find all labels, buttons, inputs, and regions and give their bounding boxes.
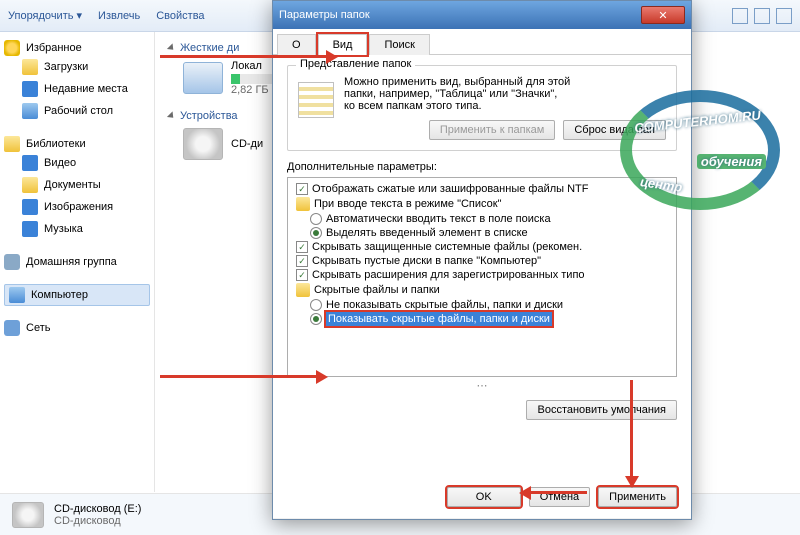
view-mode-icon[interactable] xyxy=(732,8,748,24)
adv-item-label: Автоматически вводить текст в поле поиск… xyxy=(326,213,551,225)
sidebar-item-documents[interactable]: Документы xyxy=(4,174,150,196)
close-button[interactable]: ✕ xyxy=(641,6,685,24)
adv-setting-item[interactable]: Выделять введенный элемент в списке xyxy=(292,226,672,240)
adv-setting-item[interactable]: При вводе текста в режиме "Список" xyxy=(292,196,672,212)
adv-item-label: Выделять введенный элемент в списке xyxy=(326,227,528,239)
radio-icon xyxy=(310,313,322,325)
network-icon xyxy=(4,320,20,336)
adv-setting-item[interactable]: Скрытые файлы и папки xyxy=(292,282,672,298)
adv-setting-item[interactable]: ✓ Отображать сжатые или зашифрованные фай… xyxy=(292,182,672,196)
adv-setting-item[interactable]: Показывать скрытые файлы, папки и диски xyxy=(292,312,672,326)
adv-item-label: Скрывать пустые диски в папке "Компьютер… xyxy=(312,255,541,267)
star-icon xyxy=(4,40,20,56)
doc-icon xyxy=(22,177,38,193)
radio-icon xyxy=(310,299,322,311)
folder-options-dialog: Параметры папок ✕ О Вид Поиск Представле… xyxy=(272,0,692,520)
sidebar-item-pictures[interactable]: Изображения xyxy=(4,196,150,218)
sidebar-item-music[interactable]: Музыка xyxy=(4,218,150,240)
tab-general[interactable]: О xyxy=(277,34,316,55)
favorites-label: Избранное xyxy=(26,42,82,54)
restore-defaults-button[interactable]: Восстановить умолчания xyxy=(526,400,677,420)
tab-view[interactable]: Вид xyxy=(318,34,368,55)
adv-item-label: Показывать скрытые файлы, папки и диски xyxy=(326,313,552,325)
hdd-icon xyxy=(183,62,223,94)
advanced-settings-list[interactable]: ✓ Отображать сжатые или зашифрованные фай… xyxy=(287,177,677,377)
advanced-label: Дополнительные параметры: xyxy=(287,161,677,173)
adv-item-label: Отображать сжатые или зашифрованные файл… xyxy=(312,183,588,195)
adv-setting-item[interactable]: ✓ Скрывать защищенные системные файлы (ре… xyxy=(292,240,672,254)
sidebar-item-computer[interactable]: Компьютер xyxy=(4,284,150,306)
adv-item-label: Не показывать скрытые файлы, папки и дис… xyxy=(326,299,563,311)
folder-views-icon xyxy=(298,82,334,118)
hdd-section-label: Жесткие ди xyxy=(180,42,239,54)
folder-icon xyxy=(22,59,38,75)
group-text: ко всем папкам этого типа. xyxy=(344,100,666,112)
sidebar-item-network[interactable]: Сеть xyxy=(4,320,150,336)
dialog-titlebar[interactable]: Параметры папок ✕ xyxy=(273,1,691,29)
extract-btn[interactable]: Извлечь xyxy=(98,10,140,22)
adv-item-label: Скрытые файлы и папки xyxy=(314,284,440,296)
group-text: папки, например, "Таблица" или "Значки", xyxy=(344,88,666,100)
apply-button[interactable]: Применить xyxy=(598,487,677,507)
organize-menu[interactable]: Упорядочить ▾ xyxy=(8,9,82,22)
radio-icon xyxy=(310,213,322,225)
recent-icon xyxy=(22,81,38,97)
footer-title: CD-дисковод (E:) xyxy=(54,503,141,515)
adv-setting-item[interactable]: Не показывать скрытые файлы, папки и дис… xyxy=(292,298,672,312)
close-icon: ✕ xyxy=(658,9,667,22)
checkbox-icon: ✓ xyxy=(296,255,308,267)
dialog-title: Параметры папок xyxy=(279,9,370,21)
properties-btn[interactable]: Свойства xyxy=(156,10,204,22)
sidebar-item-video[interactable]: Видео xyxy=(4,152,150,174)
navigation-pane: Избранное Загрузки Недавние места Рабочи… xyxy=(0,32,155,492)
music-icon xyxy=(22,221,38,237)
folder-views-group: Представление папок Можно применить вид,… xyxy=(287,65,677,151)
radio-icon xyxy=(310,227,322,239)
devices-section-label: Устройства xyxy=(180,110,238,122)
help-icon[interactable] xyxy=(776,8,792,24)
checkbox-icon: ✓ xyxy=(296,183,308,195)
watermark: COMPUTERHOM.RU обучения центр xyxy=(620,90,780,210)
ok-button[interactable]: OK xyxy=(447,487,521,507)
folder-icon xyxy=(296,197,310,211)
adv-setting-item[interactable]: ✓ Скрывать расширения для зарегистрирован… xyxy=(292,268,672,282)
group-title: Представление папок xyxy=(296,58,415,70)
folder-icon xyxy=(296,283,310,297)
sidebar-item-desktop[interactable]: Рабочий стол xyxy=(4,100,150,122)
tab-strip: О Вид Поиск xyxy=(273,29,691,55)
video-icon xyxy=(22,155,38,171)
adv-setting-item[interactable]: ✓ Скрывать пустые диски в папке "Компьюте… xyxy=(292,254,672,268)
cd-icon xyxy=(12,502,44,528)
adv-item-label: Скрывать защищенные системные файлы (рек… xyxy=(312,241,582,253)
tab-search[interactable]: Поиск xyxy=(369,34,429,55)
libraries-label: Библиотеки xyxy=(26,138,86,150)
preview-pane-icon[interactable] xyxy=(754,8,770,24)
chevron-icon[interactable] xyxy=(167,43,176,52)
sidebar-item-homegroup[interactable]: Домашняя группа xyxy=(4,254,150,270)
computer-icon xyxy=(9,287,25,303)
library-icon xyxy=(4,136,20,152)
checkbox-icon: ✓ xyxy=(296,269,308,281)
sidebar-item-downloads[interactable]: Загрузки xyxy=(4,56,150,78)
cd-icon xyxy=(183,128,223,160)
cd-label: CD-ди xyxy=(231,138,263,150)
group-text: Можно применить вид, выбранный для этой xyxy=(344,76,666,88)
footer-sub: CD-дисковод xyxy=(54,515,141,527)
apply-to-folders-button[interactable]: Применить к папкам xyxy=(429,120,556,140)
adv-item-label: При вводе текста в режиме "Список" xyxy=(314,198,501,210)
desktop-icon xyxy=(22,103,38,119)
homegroup-icon xyxy=(4,254,20,270)
adv-setting-item[interactable]: Автоматически вводить текст в поле поиск… xyxy=(292,212,672,226)
chevron-icon[interactable] xyxy=(167,111,176,120)
pictures-icon xyxy=(22,199,38,215)
cancel-button[interactable]: Отмена xyxy=(529,487,590,507)
adv-item-label: Скрывать расширения для зарегистрированн… xyxy=(312,269,585,281)
checkbox-icon: ✓ xyxy=(296,241,308,253)
sidebar-item-recent[interactable]: Недавние места xyxy=(4,78,150,100)
